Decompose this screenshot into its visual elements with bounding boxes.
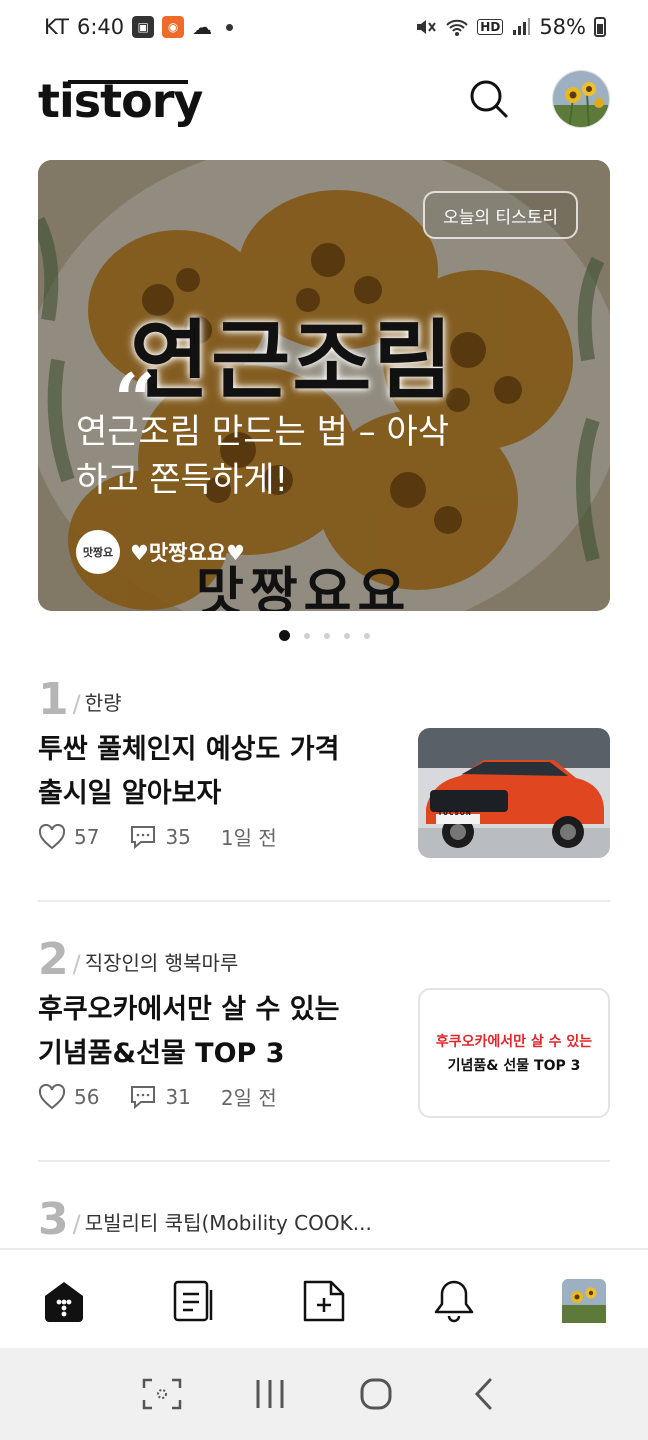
home-icon (45, 1282, 83, 1322)
search-icon (470, 80, 508, 118)
wifi-icon (446, 19, 469, 36)
sunflower-avatar-image (553, 71, 609, 127)
profile-avatar[interactable] (552, 70, 610, 128)
profile-avatar-icon (562, 1279, 606, 1323)
rank-separator: / (72, 690, 81, 718)
rank-number: 3 (38, 1194, 69, 1245)
carousel-dot[interactable] (343, 632, 350, 639)
system-navigation-bar (0, 1348, 648, 1440)
rank-separator: / (72, 950, 81, 978)
thumbnail-subline: 기념품& 선물 TOP 3 (447, 1058, 581, 1074)
clock: 6:40 (76, 15, 125, 39)
like-count: 57 (74, 824, 100, 849)
featured-title[interactable]: 연근조림 만드는 법 – 아삭하고 쫀득하게! (76, 408, 476, 504)
notification-icon (434, 1280, 474, 1323)
notification-app-icon: ▣ (132, 16, 155, 38)
blog-name[interactable]: 직장인의 행복마루 (85, 947, 239, 976)
rank-separator: / (72, 1210, 81, 1238)
carousel-indicator (0, 630, 648, 641)
ranking-item-3[interactable]: 3 / 모빌리티 쿡팁(Mobility COOK... (38, 1196, 610, 1246)
hd-icon: HD (477, 19, 504, 35)
status-right: HD 58% (415, 15, 606, 39)
nav-home[interactable] (41, 1278, 87, 1324)
battery-percent: 58% (539, 15, 586, 39)
red-suv-image (418, 728, 610, 858)
write-icon (303, 1280, 345, 1322)
back-button[interactable] (464, 1376, 504, 1412)
post-thumbnail[interactable]: 후쿠오카에서만 살 수 있는 기념품& 선물 TOP 3 (418, 988, 610, 1118)
bottom-navigation (0, 1248, 648, 1348)
back-arrow-icon (474, 1378, 492, 1410)
carousel-dot[interactable] (363, 632, 370, 639)
nav-profile[interactable] (561, 1278, 607, 1324)
rank-number: 1 (38, 674, 69, 725)
battery-icon (594, 17, 606, 37)
hero-handwriting-caption: 맛짱요요 (196, 563, 412, 611)
recent-apps-icon (256, 1380, 284, 1408)
home-system-button[interactable] (356, 1376, 396, 1412)
ranking-header: 3 / 모빌리티 쿡팁(Mobility COOK... (38, 1196, 610, 1242)
signal-icon (513, 18, 531, 35)
screenshot-capture-button[interactable] (142, 1376, 182, 1412)
nav-notifications[interactable] (431, 1278, 477, 1324)
heart-icon[interactable] (38, 823, 66, 850)
comment-count: 31 (165, 1084, 191, 1109)
heart-icon[interactable] (38, 1083, 66, 1110)
carousel-dot[interactable] (323, 632, 330, 639)
cloud-icon: ☁ (192, 15, 213, 39)
ranking-item-2[interactable]: 2 / 직장인의 행복마루 후쿠오카에서만 살 수 있는 기념품&선물 TOP … (38, 936, 610, 1136)
rank-number: 2 (38, 934, 69, 985)
today-tistory-badge[interactable]: 오늘의 티스토리 (423, 191, 578, 239)
hero-image-caption: 연근조림 (130, 311, 455, 411)
status-left: KT 6:40 ▣ ◉ ☁ (44, 15, 234, 39)
thumbnail-headline: 후쿠오카에서만 살 수 있는 (435, 1034, 593, 1050)
post-title[interactable]: 후쿠오카에서만 살 수 있는 기념품&선물 TOP 3 (38, 988, 368, 1076)
home-circle-icon (360, 1378, 392, 1410)
recent-apps-button[interactable] (250, 1376, 290, 1412)
nav-write[interactable] (301, 1278, 347, 1324)
notification-app-icon: ◉ (162, 16, 185, 38)
comment-icon[interactable] (129, 1084, 157, 1110)
app-header: tistory (0, 62, 648, 138)
comment-icon[interactable] (129, 824, 157, 850)
mute-icon (417, 20, 437, 34)
ranking-header: 1 / 한량 (38, 676, 610, 722)
list-divider (38, 900, 610, 902)
search-button[interactable] (466, 76, 510, 120)
blog-name[interactable]: 한량 (85, 687, 122, 716)
post-time: 1일 전 (220, 826, 277, 850)
author-avatar: 맛짱요 (76, 530, 120, 574)
ranking-header: 2 / 직장인의 행복마루 (38, 936, 610, 982)
feed-icon (173, 1280, 213, 1322)
thumbnail-label: TUCSON (438, 810, 472, 817)
carousel-dot-active[interactable] (278, 630, 290, 641)
list-divider (38, 1160, 610, 1162)
featured-card[interactable]: 오늘의 티스토리 연근조림 “ 연근조림 만드는 법 – 아삭하고 쫀득하게! … (38, 160, 610, 611)
status-bar: KT 6:40 ▣ ◉ ☁ HD 58% (0, 0, 648, 54)
carrier-label: KT (44, 15, 69, 39)
more-notifications-icon (226, 23, 234, 31)
post-thumbnail[interactable]: TUCSON (418, 728, 610, 858)
post-meta: 56 31 2일 전 (38, 1082, 277, 1111)
like-count: 56 (74, 1084, 100, 1109)
comment-count: 35 (165, 824, 191, 849)
capture-icon (142, 1378, 182, 1410)
carousel-dot[interactable] (303, 632, 310, 639)
tistory-logo[interactable]: tistory (38, 78, 203, 124)
post-time: 2일 전 (220, 1086, 277, 1110)
post-meta: 57 35 1일 전 (38, 822, 277, 851)
blog-name[interactable]: 모빌리티 쿡팁(Mobility COOK... (85, 1207, 372, 1236)
post-title[interactable]: 투싼 풀체인지 예상도 가격 출시일 알아보자 (38, 728, 368, 816)
ranking-item-1[interactable]: 1 / 한량 투싼 풀체인지 예상도 가격 출시일 알아보자 57 35 1일 … (38, 676, 610, 876)
nav-feed[interactable] (171, 1278, 217, 1324)
